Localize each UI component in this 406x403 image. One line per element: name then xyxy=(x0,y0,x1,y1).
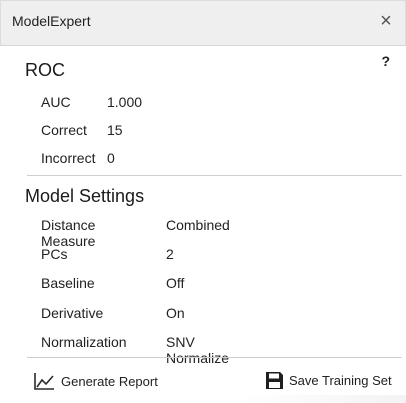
generate-report-label: Generate Report xyxy=(61,373,158,389)
close-icon[interactable]: × xyxy=(375,10,397,32)
floppy-disk-icon xyxy=(266,372,283,389)
save-training-set-button[interactable]: Save Training Set xyxy=(266,372,392,389)
normalization-value: SNV Normalize xyxy=(166,334,230,366)
footer-divider xyxy=(27,357,402,358)
title-bar: ModelExpert × xyxy=(0,0,406,46)
derivative-value: On xyxy=(166,305,185,321)
auc-value: 1.000 xyxy=(107,94,143,110)
pcs-value: 2 xyxy=(166,246,174,262)
help-icon[interactable]: ? xyxy=(381,53,390,69)
section-divider xyxy=(27,175,402,176)
correct-value: 15 xyxy=(107,122,123,138)
normalization-label: Normalization xyxy=(41,334,127,350)
save-training-set-label: Save Training Set xyxy=(289,373,392,388)
line-chart-icon xyxy=(34,373,54,390)
model-settings-heading: Model Settings xyxy=(25,186,145,206)
distance-measure-label: Distance Measure xyxy=(41,217,96,249)
incorrect-label: Incorrect xyxy=(41,150,96,166)
baseline-value: Off xyxy=(166,275,185,291)
bottom-edge xyxy=(0,395,406,403)
roc-heading: ROC xyxy=(25,60,65,80)
baseline-label: Baseline xyxy=(41,275,95,291)
derivative-label: Derivative xyxy=(41,305,104,321)
pcs-label: PCs xyxy=(41,246,68,262)
distance-measure-value: Combined xyxy=(166,217,230,233)
auc-label: AUC xyxy=(41,94,71,110)
correct-label: Correct xyxy=(41,122,87,138)
window-title: ModelExpert xyxy=(12,13,91,29)
incorrect-value: 0 xyxy=(107,150,115,166)
generate-report-button[interactable]: Generate Report xyxy=(34,372,158,390)
